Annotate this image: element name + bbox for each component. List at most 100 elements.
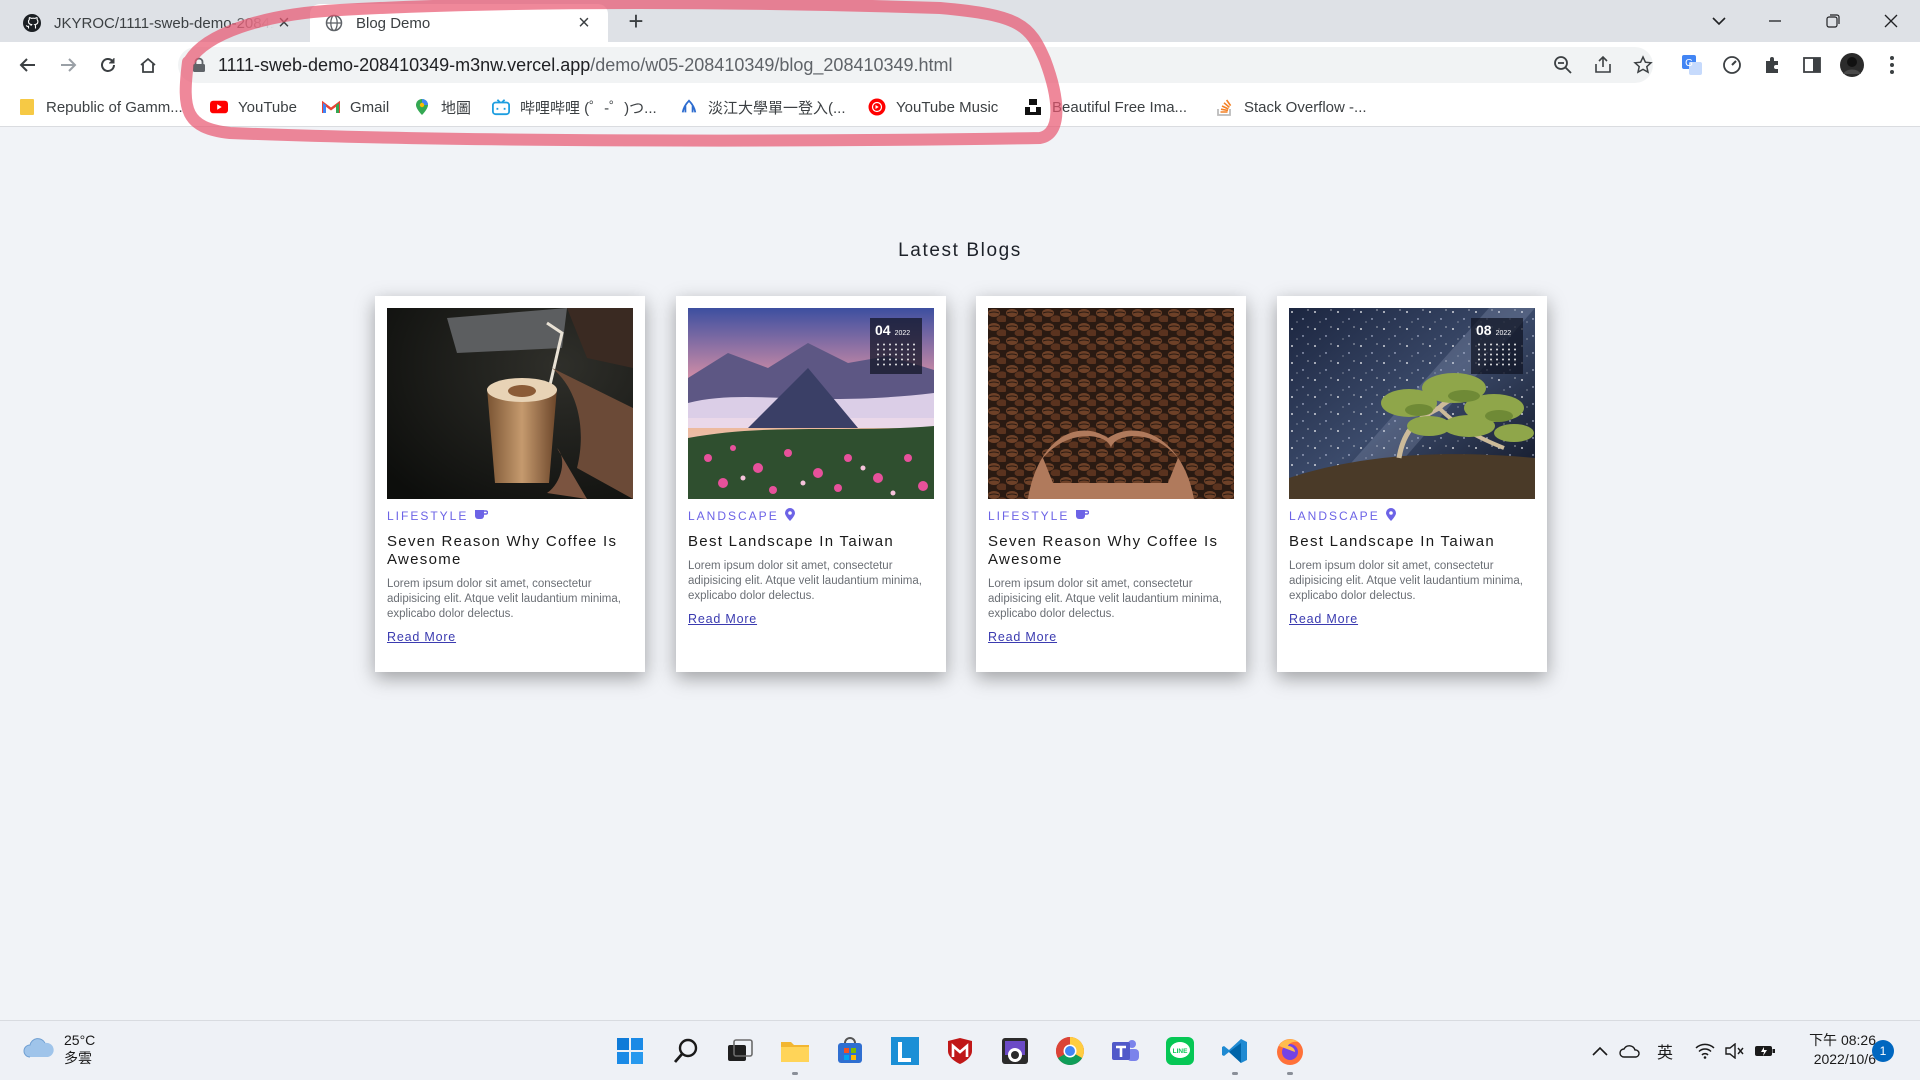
url-path: /demo/w05-208410349/blog_208410349.html [590,55,953,75]
close-window-icon[interactable] [1876,6,1906,36]
gmail-icon [322,98,340,116]
mug-icon [1075,509,1090,523]
translate-icon[interactable]: G [1676,49,1708,81]
wifi-icon[interactable] [1692,1039,1718,1063]
reload-icon[interactable] [92,49,124,81]
read-more-link[interactable]: Read More [988,630,1057,644]
clock[interactable]: 下午 08:26 2022/10/6 [1782,1031,1876,1069]
address-bar[interactable]: 1111-sweb-demo-208410349-m3nw.vercel.app… [178,47,1653,83]
bookmark-item[interactable]: Republic of Gamm... [18,95,183,119]
svg-text:LINE: LINE [1173,1048,1188,1055]
card-title: Seven Reason Why Coffee Is Awesome [988,533,1219,568]
bookmark-item[interactable]: YouTube Music [868,95,998,119]
weather-description: 多雲 [64,1050,92,1066]
unsplash-icon [1024,98,1042,116]
ime-indicator[interactable]: 英 [1652,1039,1678,1063]
read-more-link[interactable]: Read More [688,612,757,626]
calendar-year: 2022 [894,330,911,337]
start-icon[interactable] [612,1033,648,1069]
onedrive-icon[interactable] [1617,1039,1643,1063]
milky-way-tree-photo: 08 2022 [1289,308,1535,499]
minimize-icon[interactable] [1760,6,1790,36]
chrome-icon[interactable] [1052,1033,1088,1069]
l-app-icon[interactable] [887,1033,923,1069]
battery-icon[interactable] [1752,1039,1778,1063]
category-label: LANDSCAPE [688,508,934,523]
weather-temperature: 25°C [64,1032,96,1048]
github-desktop-icon[interactable] [997,1033,1033,1069]
mountain-flowers-photo: 04 2022 [688,308,934,499]
bookmark-star-icon[interactable] [1631,53,1655,77]
card-excerpt: Lorem ipsum dolor sit amet, consectetur … [387,578,621,620]
avatar[interactable] [1836,49,1868,81]
forward-icon[interactable] [52,49,84,81]
category-label: LIFESTYLE [387,509,633,523]
bookmarks-bar: Republic of Gamm... YouTube Gmail 地圖 哔哩哔… [0,87,1920,127]
weather-widget[interactable]: 25°C 多雲 [22,1031,95,1067]
bookmark-item[interactable]: YouTube [210,95,297,119]
tab-title: Blog Demo [356,14,431,32]
card-title: Best Landscape In Taiwan [688,533,895,550]
tab-title: JKYROC/1111-sweb-demo-208410349 [54,14,274,32]
bookmark-label: Republic of Gamm... [46,98,183,116]
vscode-icon[interactable] [1217,1033,1253,1075]
close-icon[interactable]: × [274,13,294,33]
zoom-icon[interactable] [1551,53,1575,77]
tab-search-icon[interactable] [1704,6,1734,36]
globe-icon [324,13,344,33]
line-icon[interactable]: LINE [1162,1033,1198,1069]
lock-icon[interactable] [192,57,206,78]
file-explorer-icon[interactable] [777,1033,813,1075]
notification-badge[interactable]: 1 [1872,1040,1894,1062]
tab-github[interactable]: JKYROC/1111-sweb-demo-208410349 × [8,4,308,42]
github-icon [22,13,42,33]
home-icon[interactable] [132,49,164,81]
teams-icon[interactable] [1107,1033,1143,1069]
category-text: LIFESTYLE [988,509,1070,523]
bookmark-item[interactable]: 地圖 [413,95,471,119]
firefox-icon[interactable] [1272,1033,1308,1075]
clock-time: 下午 08:26 [1809,1032,1876,1048]
back-icon[interactable] [12,49,44,81]
search-icon[interactable] [668,1033,704,1069]
card-excerpt: Lorem ipsum dolor sit amet, consectetur … [988,578,1222,620]
share-icon[interactable] [1591,53,1615,77]
category-text: LANDSCAPE [688,509,779,523]
blog-card: LIFESTYLE Seven Reason Why Coffee Is Awe… [976,296,1246,672]
read-more-link[interactable]: Read More [1289,612,1358,626]
maps-icon [413,98,431,116]
card-excerpt: Lorem ipsum dolor sit amet, consectetur … [688,560,922,602]
card-title: Best Landscape In Taiwan [1289,533,1496,550]
volume-muted-icon[interactable] [1722,1039,1748,1063]
tab-blog-demo[interactable]: Blog Demo × [310,4,608,42]
youtube-music-icon [868,98,886,116]
category-text: LANDSCAPE [1289,509,1380,523]
bookmark-item[interactable]: 淡江大學單一登入(... [680,95,846,119]
page-viewport: Latest Blogs LIFESTYLE Seven Reason Why … [0,128,1920,1020]
task-view-icon[interactable] [722,1033,758,1069]
menu-kebab-icon[interactable] [1876,49,1908,81]
store-icon[interactable] [832,1033,868,1069]
map-pin-icon [1385,508,1396,524]
calendar-grid [1476,342,1518,368]
read-more-link[interactable]: Read More [387,630,456,644]
bookmark-item[interactable]: Stack Overflow -... [1216,95,1367,119]
card-title: Seven Reason Why Coffee Is Awesome [387,533,618,568]
bookmark-item[interactable]: 哔哩哔哩 (゜-゜)つ... [492,95,657,119]
svg-text:G: G [1685,58,1693,69]
new-tab-button[interactable]: + [622,8,650,36]
close-icon[interactable]: × [574,13,594,33]
mcafee-icon[interactable] [942,1033,978,1069]
bookmark-label: Stack Overflow -... [1244,98,1367,116]
extensions-icon[interactable] [1756,49,1788,81]
bookmark-label: 哔哩哔哩 (゜-゜)つ... [520,99,657,117]
side-panel-icon[interactable] [1796,49,1828,81]
bookmark-item[interactable]: Gmail [322,95,389,119]
restore-icon[interactable] [1818,6,1848,36]
bookmark-label: Gmail [350,98,390,116]
bookmark-label: YouTube [238,98,297,116]
performance-icon[interactable] [1716,49,1748,81]
category-label: LIFESTYLE [988,509,1234,523]
chevron-up-icon[interactable] [1587,1039,1613,1063]
bookmark-item[interactable]: Beautiful Free Ima... [1024,95,1187,119]
